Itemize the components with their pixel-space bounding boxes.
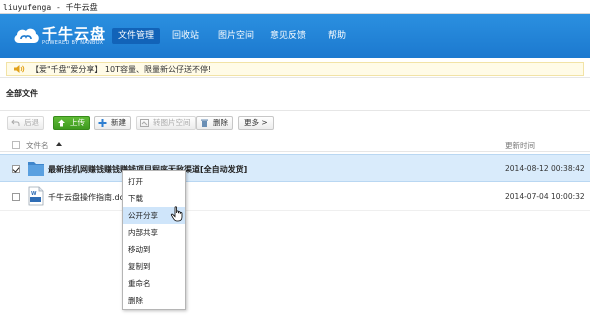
file-updated-time: 2014-08-12 00:38:42 [505,164,585,173]
menu-item-copy-to[interactable]: 复制到 [123,258,185,275]
upload-label: 上传 [70,118,85,127]
sort-asc-icon[interactable] [56,142,62,146]
upload-arrow-icon [58,119,65,127]
more-button[interactable]: 更多 > [238,116,274,130]
to-image-space-label: 转图片空间 [153,118,191,127]
nav-recycle-bin[interactable]: 回收站 [166,28,205,44]
word-doc-icon: W [28,186,44,206]
column-filename[interactable]: 文件名 [26,140,49,151]
notice-box[interactable]: 【爱"千盘"爱分享】 10T容量、限量新公仔送不停! [6,62,584,76]
menu-item-internal-share[interactable]: 内部共享 [123,224,185,241]
select-all-checkbox[interactable] [12,141,20,149]
back-label: 后退 [24,118,39,127]
nav-feedback[interactable]: 意见反馈 [264,28,312,44]
app-logo[interactable]: 千牛云盘 POWERED BY NANBOX [12,22,112,50]
row-checkbox[interactable] [12,193,20,201]
window-titlebar: liuyufenga - 千牛云盘 [0,0,590,14]
svg-text:W: W [31,191,37,197]
notice-text: 【爱"千盘"爱分享】 10T容量、限量新公仔送不停! [31,65,212,74]
nav-file-manager[interactable]: 文件管理 [112,28,161,44]
column-updated-time[interactable]: 更新时间 [505,140,535,151]
plus-icon [98,119,107,127]
table-row[interactable]: W 千牛云盘操作指南.doc 2014-07-04 10:00:32 [0,183,590,211]
notice-bar: 【爱"千盘"爱分享】 10T容量、限量新公仔送不停! [0,58,590,78]
to-image-space-button[interactable]: 转图片空间 [136,116,196,130]
upload-button[interactable]: 上传 [53,116,90,130]
app-header: 千牛云盘 POWERED BY NANBOX 文件管理 回收站 图片空间 意见反… [0,14,590,58]
table-row[interactable]: 最新挂机网赚钱赚钱赚钱项目程序无敌渠道[全自动发货] 2014-08-12 00… [0,154,590,182]
menu-item-open[interactable]: 打开 [123,173,185,190]
back-arrow-icon [11,119,20,126]
nav-image-space[interactable]: 图片空间 [212,28,260,44]
hand-cursor-icon [170,206,183,222]
brand-tagline: POWERED BY NANBOX [42,40,104,46]
speaker-icon [14,65,25,73]
back-button[interactable]: 后退 [7,116,44,130]
delete-label: 删除 [213,118,228,127]
nav-help[interactable]: 帮助 [322,28,352,44]
row-checkbox[interactable] [12,165,20,173]
context-menu: 打开 下载 公开分享 内部共享 移动到 复制到 重命名 删除 [122,170,186,310]
image-space-icon [140,119,149,127]
file-toolbar: 后退 上传 新建 转图片空间 删除 更多 > [0,110,590,132]
file-updated-time: 2014-07-04 10:00:32 [505,192,585,201]
folder-icon [28,162,44,176]
cloud-logo-icon [14,28,39,43]
menu-item-delete[interactable]: 删除 [123,292,185,309]
new-folder-button[interactable]: 新建 [94,116,131,130]
delete-button[interactable]: 删除 [196,116,233,130]
file-table-header: 文件名 更新时间 [0,138,590,152]
menu-item-move-to[interactable]: 移动到 [123,241,185,258]
new-folder-label: 新建 [111,118,126,127]
menu-item-download[interactable]: 下载 [123,190,185,207]
menu-item-rename[interactable]: 重命名 [123,275,185,292]
window-title: liuyufenga - 千牛云盘 [3,3,98,12]
file-name[interactable]: 千牛云盘操作指南.doc [48,192,129,203]
breadcrumb[interactable]: 全部文件 [6,88,38,99]
trash-icon [201,119,208,127]
